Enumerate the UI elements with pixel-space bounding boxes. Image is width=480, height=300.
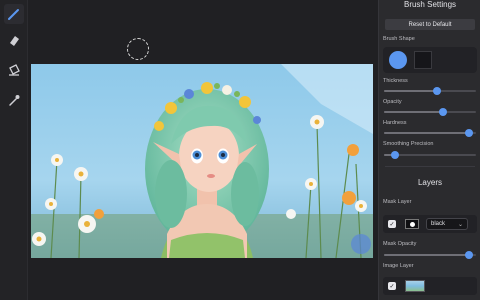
image-layer-thumbnail <box>405 280 425 292</box>
fairy-illustration <box>31 64 373 258</box>
brush-tool[interactable] <box>4 4 24 24</box>
brush-shape-label: Brush Shape <box>383 36 415 42</box>
brush-shape-selector <box>383 47 477 73</box>
mask-preview-icon <box>405 219 419 229</box>
thickness-slider[interactable] <box>384 87 476 95</box>
opacity-label: Opacity <box>383 99 402 105</box>
layers-title: Layers <box>417 178 442 187</box>
mask-color-select[interactable]: black ⌄ <box>426 218 468 230</box>
mask-layer-label: Mask Layer <box>383 199 412 205</box>
brush-icon <box>8 9 19 20</box>
image-layer-checkbox[interactable]: ✓ <box>388 282 396 290</box>
slider-thumb[interactable] <box>464 251 473 259</box>
chevron-down-icon: ⌄ <box>457 222 463 228</box>
reset-to-default-button[interactable]: Reset to Default <box>385 19 475 30</box>
hardness-label: Hardness <box>383 120 407 126</box>
slider-thumb[interactable] <box>433 87 442 95</box>
image-canvas[interactable] <box>31 64 373 258</box>
eyedropper-icon <box>9 95 20 106</box>
hardness-slider[interactable] <box>384 129 476 137</box>
round-brush-option[interactable] <box>389 51 407 69</box>
paint-bucket-icon <box>9 64 20 76</box>
eraser-icon <box>10 36 19 46</box>
mask-opacity-slider[interactable] <box>384 251 476 259</box>
mask-opacity-label: Mask Opacity <box>383 241 417 247</box>
eraser-tool[interactable] <box>4 30 24 50</box>
thickness-label: Thickness <box>383 78 408 84</box>
canvas-workspace[interactable] <box>28 0 378 300</box>
panel-divider <box>385 166 475 167</box>
tool-bar <box>0 0 28 300</box>
image-layer-row: ✓ <box>383 277 477 295</box>
opacity-slider[interactable] <box>384 108 476 116</box>
mask-layer-checkbox[interactable]: ✓ <box>388 220 396 228</box>
mask-color-value: black <box>431 221 446 227</box>
square-brush-option[interactable] <box>414 51 432 69</box>
brush-settings-panel: Brush Settings Reset to Default Brush Sh… <box>378 0 480 300</box>
panel-title: Brush Settings <box>403 0 457 9</box>
mask-layer-row: ✓ black ⌄ <box>383 215 477 233</box>
image-layer-label: Image Layer <box>383 263 414 269</box>
slider-thumb[interactable] <box>464 129 473 137</box>
brush-cursor <box>127 38 149 60</box>
slider-thumb[interactable] <box>438 108 447 116</box>
slider-thumb[interactable] <box>391 151 400 159</box>
fill-tool[interactable] <box>4 60 24 80</box>
smoothing-precision-label: Smoothing Precision <box>383 141 434 147</box>
smoothing-precision-slider[interactable] <box>384 151 476 159</box>
eyedropper-tool[interactable] <box>4 90 24 110</box>
